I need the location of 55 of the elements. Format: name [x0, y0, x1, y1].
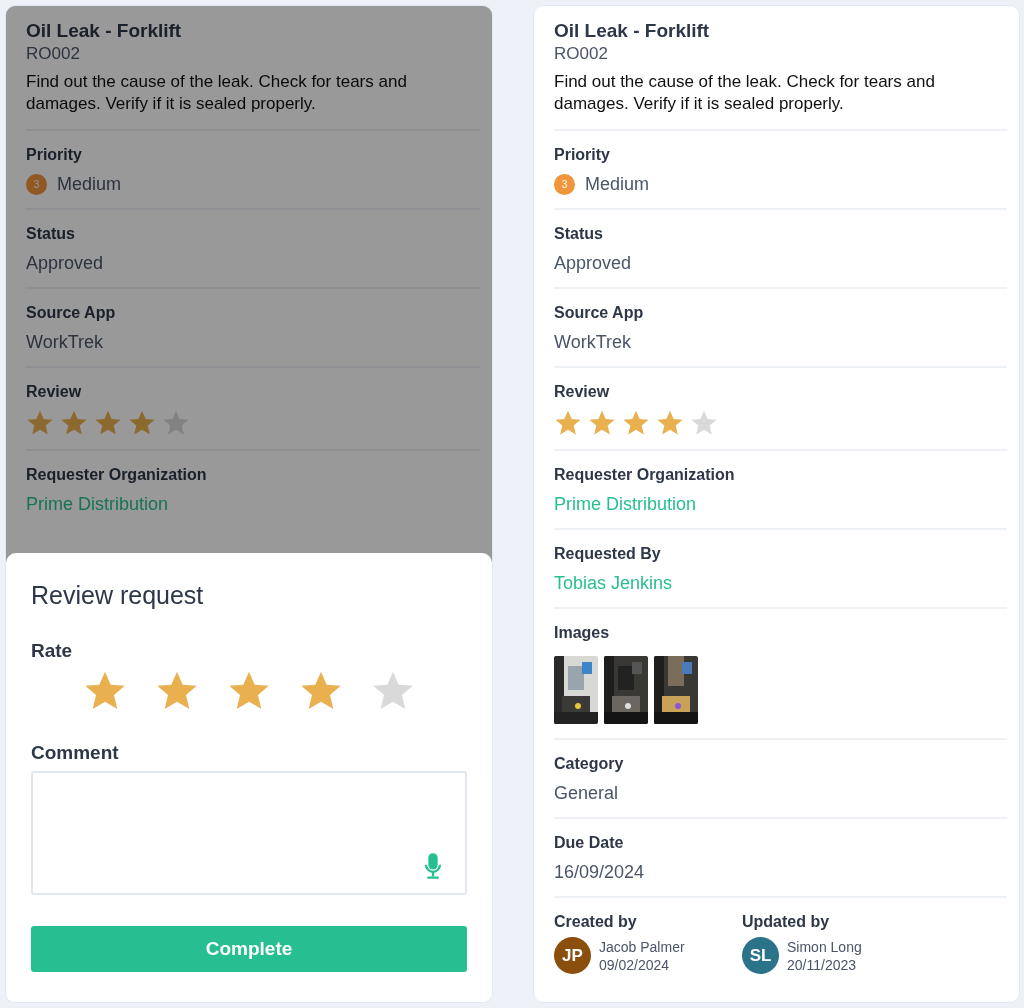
star-icon: [588, 409, 616, 437]
field-label: Images: [554, 623, 611, 643]
field-label: Source App: [554, 303, 645, 323]
priority-badge: 3: [26, 173, 47, 195]
priority-badge: 3: [554, 173, 575, 195]
field-value: Medium: [585, 173, 650, 196]
user-avatar: SL: [742, 937, 779, 974]
field-label: Updated by: [742, 912, 831, 932]
star-icon: [26, 409, 54, 437]
field-label: Due Date: [554, 833, 625, 853]
field-link[interactable]: Tobias Jenkins: [554, 571, 673, 595]
request-title: Oil Leak - Forklift: [554, 19, 711, 43]
field-value: Approved: [26, 252, 104, 275]
field-label: Source App: [26, 303, 117, 323]
comment-field[interactable]: [31, 771, 467, 895]
field-value: General: [554, 782, 619, 805]
sheet-title: Review request: [31, 580, 205, 611]
field-label: Requester Organization: [554, 465, 736, 485]
user-name: Jacob Palmer: [599, 937, 685, 956]
request-id: RO002: [26, 43, 81, 65]
comment-label: Comment: [31, 741, 120, 765]
user-date: 20/11/2023: [787, 955, 858, 974]
field-label: Status: [554, 224, 604, 244]
star-icon: [690, 409, 718, 437]
field-label: Requested By: [554, 544, 662, 564]
star-icon: [128, 409, 156, 437]
request-description: Find out the cause of the leak. Check for tears and damages. Verify if it is sealed properly.: [554, 71, 936, 115]
field-value: WorkTrek: [26, 331, 103, 354]
field-label: Status: [26, 224, 76, 244]
user-avatar: JP: [554, 937, 591, 974]
user-date: 09/02/2024: [599, 955, 671, 974]
request-title: Oil Leak - Forklift: [26, 19, 183, 43]
field-value: 16/09/2024: [554, 861, 645, 884]
request-description: Find out the cause of the leak. Check for tears and damages. Verify if it is sealed properly.: [26, 71, 408, 115]
star-icon: [94, 409, 122, 437]
user-name: Simon Long: [787, 937, 862, 956]
field-label: Review: [554, 382, 611, 402]
field-link[interactable]: Prime Distribution: [26, 492, 169, 516]
star-icon: [60, 409, 88, 437]
field-value: Approved: [554, 252, 632, 275]
star-icon: [622, 409, 650, 437]
field-value: Medium: [57, 173, 122, 196]
field-value: WorkTrek: [554, 331, 631, 354]
field-label: Priority: [26, 145, 83, 165]
star-icon: [656, 409, 684, 437]
field-label: Category: [554, 754, 625, 774]
field-link[interactable]: Prime Distribution: [554, 492, 697, 516]
field-label: Requester Organization: [26, 465, 208, 485]
complete-button[interactable]: Complete: [31, 926, 467, 972]
field-label: Created by: [554, 912, 638, 932]
star-icon: [554, 409, 582, 437]
rate-label: Rate: [31, 639, 74, 663]
field-label: Priority: [554, 145, 611, 165]
request-id: RO002: [554, 43, 609, 65]
field-label: Review: [26, 382, 83, 402]
